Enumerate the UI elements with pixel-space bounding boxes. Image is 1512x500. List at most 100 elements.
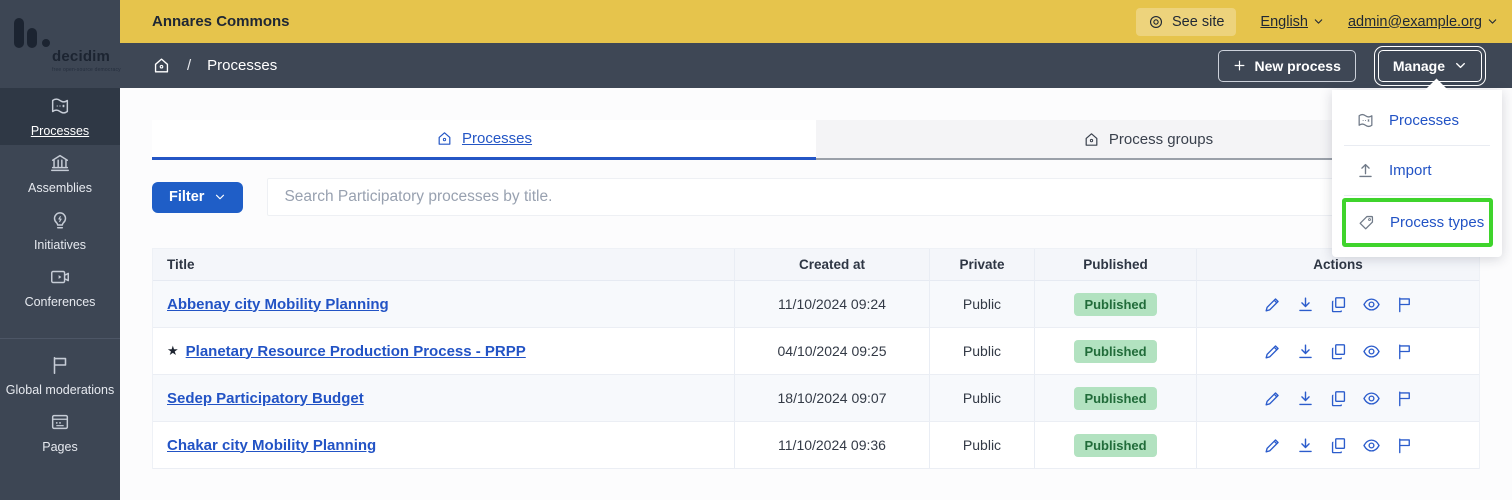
moderate-icon[interactable] xyxy=(1395,436,1414,455)
bank-icon xyxy=(49,152,71,174)
manage-dropdown-menu: Processes Import Process types xyxy=(1332,78,1502,257)
upload-icon xyxy=(1356,161,1375,180)
chevron-down-icon xyxy=(1313,16,1324,27)
tag-icon xyxy=(1357,213,1376,232)
decidim-logo-wordmark: decidim xyxy=(52,48,111,65)
edit-icon[interactable] xyxy=(1263,295,1282,314)
language-label: English xyxy=(1260,13,1308,30)
preview-icon[interactable] xyxy=(1362,436,1381,455)
moderate-icon[interactable] xyxy=(1395,295,1414,314)
sidebar-item-assemblies[interactable]: Assemblies xyxy=(0,145,120,202)
processes-table: Title Created at Private Published Actio… xyxy=(152,248,1480,469)
sidebar-item-processes[interactable]: Processes xyxy=(0,88,120,145)
preview-icon[interactable] xyxy=(1362,389,1381,408)
new-process-button[interactable]: New process xyxy=(1217,49,1356,82)
menu-item-label: Process types xyxy=(1390,214,1485,231)
published-badge: Published xyxy=(1074,433,1157,457)
sidebar-item-global-moderations[interactable]: Global moderations xyxy=(0,347,120,404)
menu-divider xyxy=(1344,195,1490,196)
sidebar-divider xyxy=(0,338,120,339)
table-row: ★ Planetary Resource Production Process … xyxy=(153,328,1479,375)
duplicate-icon[interactable] xyxy=(1329,295,1348,314)
moderate-icon[interactable] xyxy=(1395,342,1414,361)
table-row: Chakar city Mobility Planning 11/10/2024… xyxy=(153,422,1479,469)
column-header-private: Private xyxy=(929,249,1034,281)
column-header-published: Published xyxy=(1034,249,1196,281)
new-process-label: New process xyxy=(1254,57,1341,74)
eye-icon xyxy=(1148,14,1164,30)
top-bar: Annares Commons See site English admin@e… xyxy=(120,0,1512,43)
moderate-icon[interactable] xyxy=(1395,389,1414,408)
language-selector[interactable]: English xyxy=(1260,14,1324,30)
private-cell: Public xyxy=(929,422,1034,468)
account-email: admin@example.org xyxy=(1347,13,1482,30)
top-bar-actions: See site English admin@example.org xyxy=(1136,7,1498,36)
sidebar-item-conferences[interactable]: Conferences xyxy=(0,259,120,316)
export-icon[interactable] xyxy=(1296,436,1315,455)
process-title-link[interactable]: Planetary Resource Production Process - … xyxy=(186,343,526,360)
actions-cell xyxy=(1196,375,1479,421)
menu-item-processes[interactable]: Processes xyxy=(1332,96,1502,145)
edit-icon[interactable] xyxy=(1263,389,1282,408)
private-cell: Public xyxy=(929,328,1034,374)
menu-item-label: Import xyxy=(1389,162,1432,179)
process-title-link[interactable]: Chakar city Mobility Planning xyxy=(167,437,376,454)
table-header: Title Created at Private Published Actio… xyxy=(153,249,1479,281)
process-tabs: Processes Process groups xyxy=(152,120,1480,160)
column-header-created-at: Created at xyxy=(734,249,929,281)
process-title-link[interactable]: Abbenay city Mobility Planning xyxy=(167,296,389,313)
published-badge: Published xyxy=(1074,339,1157,363)
menu-item-process-types[interactable]: Process types xyxy=(1346,202,1489,243)
duplicate-icon[interactable] xyxy=(1329,389,1348,408)
sidebar-item-label: Conferences xyxy=(24,295,96,309)
sidebar-item-label: Initiatives xyxy=(33,238,87,252)
tab-processes[interactable]: Processes xyxy=(152,120,816,160)
breadcrumb-home-link[interactable] xyxy=(152,56,171,75)
sidebar-item-initiatives[interactable]: Initiatives xyxy=(0,202,120,259)
home-icon xyxy=(436,130,453,147)
actions-cell xyxy=(1196,422,1479,468)
process-title-link[interactable]: Sedep Participatory Budget xyxy=(167,390,364,407)
filter-label: Filter xyxy=(169,189,205,205)
breadcrumb-separator: / xyxy=(187,57,192,74)
annotation-highlight-box: Process types xyxy=(1342,198,1493,247)
published-badge: Published xyxy=(1074,292,1157,316)
see-site-label: See site xyxy=(1172,13,1225,30)
menu-item-import[interactable]: Import xyxy=(1332,146,1502,195)
map-icon xyxy=(1356,111,1375,130)
private-cell: Public xyxy=(929,375,1034,421)
column-header-title: Title xyxy=(153,249,734,281)
edit-icon[interactable] xyxy=(1263,436,1282,455)
organization-title: Annares Commons xyxy=(152,13,290,30)
sidebar-item-label: Pages xyxy=(42,440,78,454)
admin-sidebar: decidim free open-source democracy Proce… xyxy=(0,0,121,500)
table-row: Sedep Participatory Budget 18/10/2024 09… xyxy=(153,375,1479,422)
search-input[interactable] xyxy=(267,178,1480,216)
home-icon xyxy=(1083,131,1100,148)
see-site-link[interactable]: See site xyxy=(1136,7,1237,36)
page-icon xyxy=(49,411,71,433)
sidebar-item-label: Global moderations xyxy=(5,383,115,397)
tab-label: Processes xyxy=(461,130,533,147)
preview-icon[interactable] xyxy=(1362,295,1381,314)
filter-row: Filter xyxy=(152,178,1480,216)
sidebar-item-pages[interactable]: Pages xyxy=(0,404,120,461)
duplicate-icon[interactable] xyxy=(1329,342,1348,361)
manage-button[interactable]: Manage xyxy=(1373,45,1487,86)
star-icon: ★ xyxy=(167,343,179,358)
duplicate-icon[interactable] xyxy=(1329,436,1348,455)
export-icon[interactable] xyxy=(1296,295,1315,314)
published-badge: Published xyxy=(1074,386,1157,410)
secondary-header: / Processes New process Manage xyxy=(120,43,1512,88)
created-at-cell: 11/10/2024 09:24 xyxy=(734,281,929,327)
export-icon[interactable] xyxy=(1296,389,1315,408)
sidebar-item-label: Assemblies xyxy=(28,181,92,195)
manage-label: Manage xyxy=(1392,57,1445,74)
edit-icon[interactable] xyxy=(1263,342,1282,361)
decidim-logo[interactable]: decidim free open-source democracy xyxy=(0,0,121,88)
account-menu[interactable]: admin@example.org xyxy=(1348,14,1498,30)
created-at-cell: 04/10/2024 09:25 xyxy=(734,328,929,374)
preview-icon[interactable] xyxy=(1362,342,1381,361)
filter-button[interactable]: Filter xyxy=(152,181,244,213)
export-icon[interactable] xyxy=(1296,342,1315,361)
